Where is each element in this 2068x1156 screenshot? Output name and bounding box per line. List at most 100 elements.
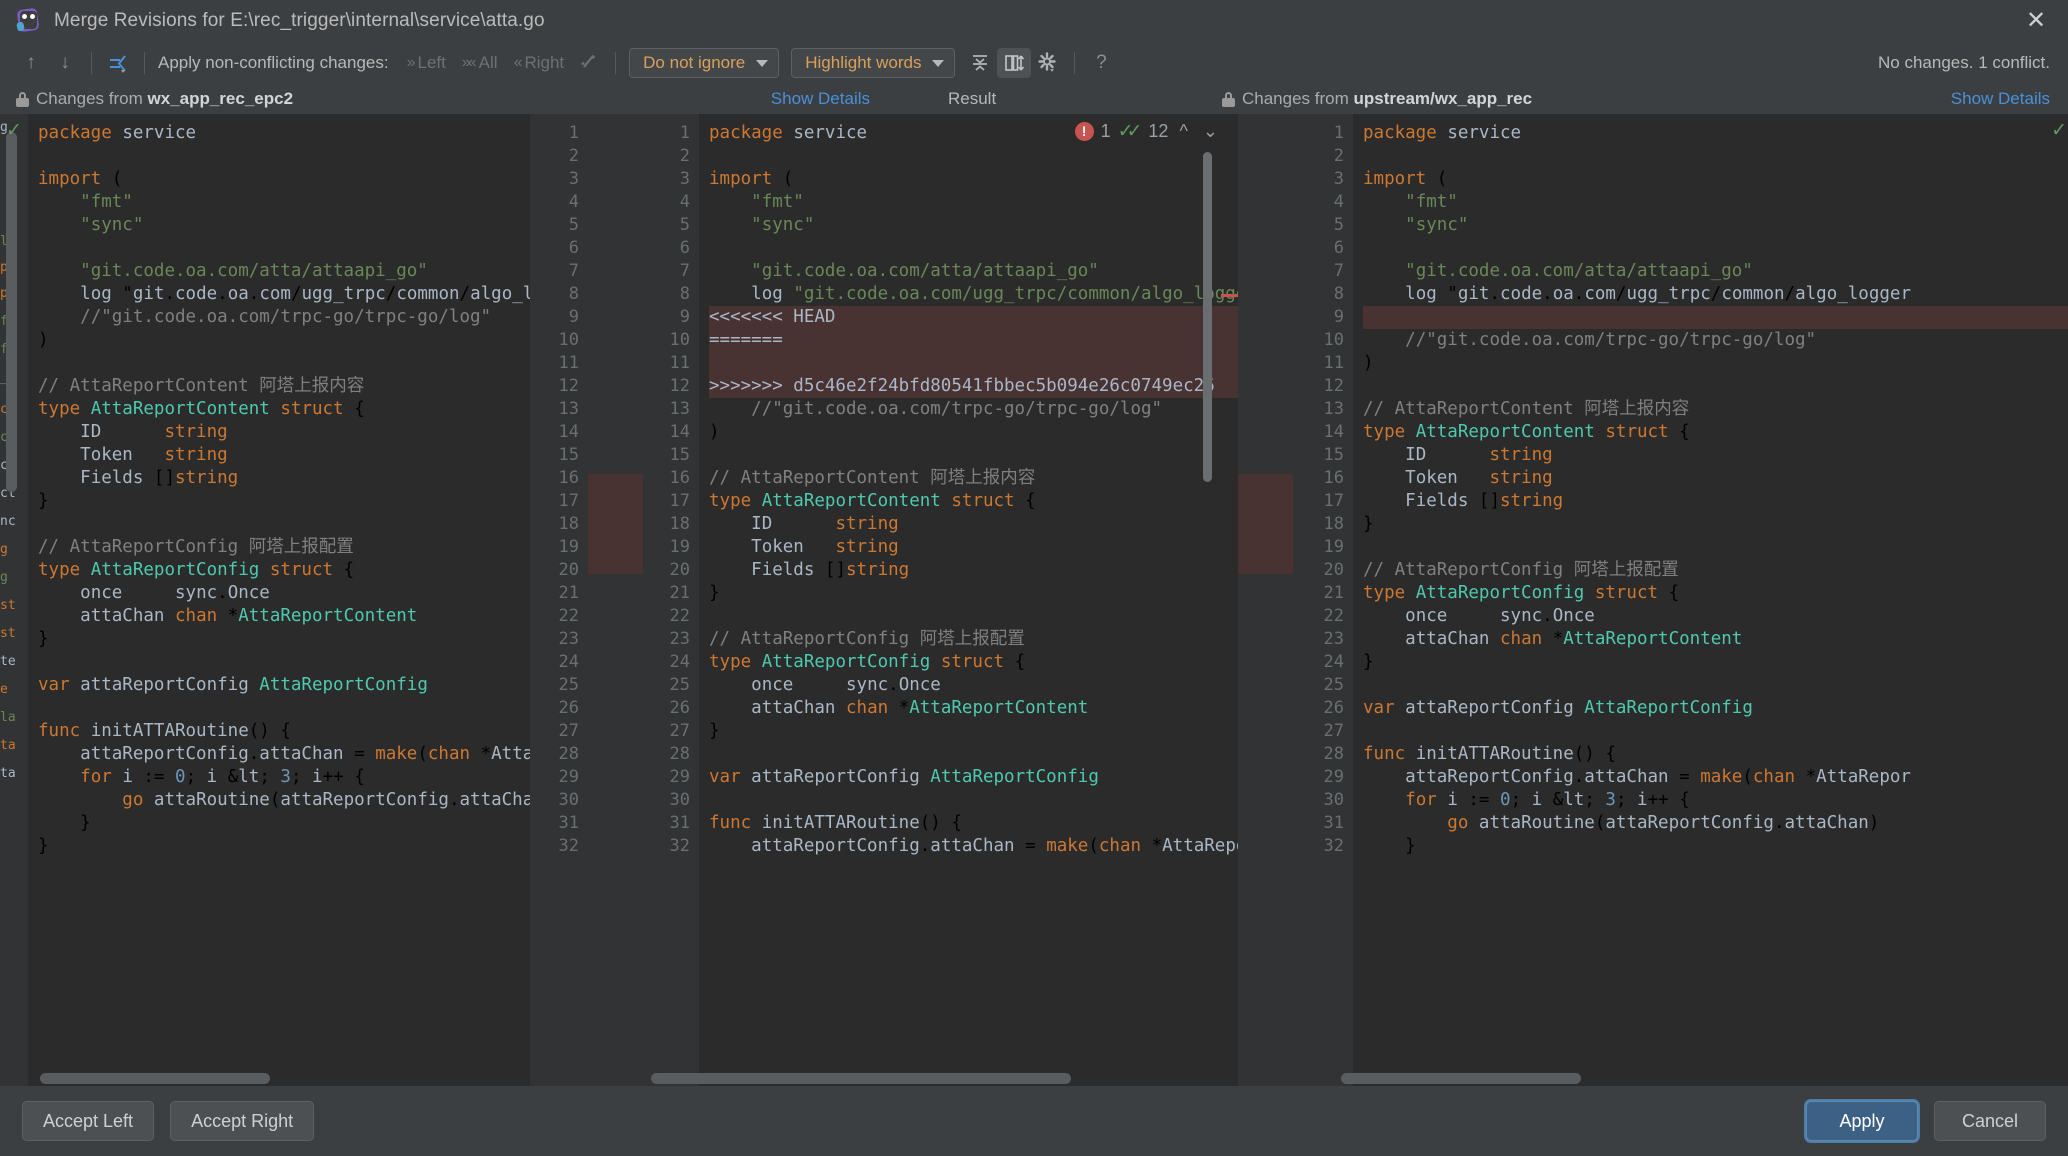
code-line: }	[1363, 836, 1416, 856]
line-number: 22	[558, 606, 579, 626]
help-question-icon[interactable]: ?	[1084, 48, 1118, 78]
line-number: 1	[679, 123, 690, 143]
merge-revisions-dialog: Merge Revisions for E:\rec_trigger\inter…	[0, 0, 2068, 1156]
line-number: 25	[1323, 675, 1344, 695]
chevron-down-icon[interactable]: ⌄	[1199, 121, 1222, 142]
code-line	[1363, 306, 2068, 329]
right-branch-name: upstream/wx_app_rec	[1353, 89, 1533, 108]
line-number: 1	[1333, 123, 1344, 143]
sync-scroll-icon[interactable]	[997, 48, 1032, 78]
center-marker-scrollbar[interactable]	[1203, 152, 1212, 482]
magic-resolve-icon[interactable]	[572, 48, 606, 78]
edge-code-fragment: st	[0, 626, 16, 641]
code-line: //"git.code.oa.com/trpc-go/trpc-go/log"	[1405, 330, 1817, 350]
left-show-details-link[interactable]: Show Details	[771, 89, 870, 109]
highlight-policy-value: Highlight words	[805, 53, 922, 72]
code-line: //"git.code.oa.com/trpc-go/trpc-go/log"	[751, 399, 1163, 419]
right-horizontal-scrollbar[interactable]	[1341, 1073, 1581, 1084]
line-number: 18	[669, 514, 690, 534]
code-line: }	[1363, 514, 1374, 534]
close-icon[interactable]: ✕	[2014, 4, 2058, 38]
right-code-content[interactable]: package service import ( "fmt" "sync" "g…	[1353, 114, 2068, 1086]
line-number: 8	[1333, 284, 1344, 304]
chevron-up-icon[interactable]: ^	[1175, 121, 1191, 142]
highlight-policy-dropdown[interactable]: Highlight words	[791, 48, 956, 78]
left-code-content[interactable]: package service import ( "fmt" "sync" "g…	[28, 114, 530, 1086]
toolbar-separator-4	[1074, 52, 1076, 74]
left-vertical-scrollbar[interactable]	[6, 132, 17, 492]
code-line: }	[709, 583, 720, 603]
apply-right-label: Right	[524, 53, 565, 72]
accept-left-button[interactable]: Accept Left	[22, 1101, 155, 1141]
apply-button[interactable]: Apply	[1806, 1101, 1918, 1141]
left-horizontal-scrollbar[interactable]	[40, 1073, 270, 1084]
code-line: attaChan chan *AttaReportContent	[1405, 629, 1743, 649]
code-line: type AttaReportConfig struct {	[1363, 583, 1680, 603]
code-line: Fields []string	[751, 560, 910, 580]
left-editor-pane[interactable]: glappfkfk_ccccctctncggststteelatata pack…	[0, 114, 588, 1086]
code-line: var attaReportConfig AttaReportConfig	[1363, 698, 1753, 718]
accept-right-button[interactable]: Accept Right	[170, 1101, 315, 1141]
double-check-icon: ✓✓	[1117, 121, 1143, 142]
merge-status-text: No changes. 1 conflict.	[1878, 53, 2050, 72]
inspection-badge[interactable]: 1 ✓✓ 12 ^ ⌄	[1066, 118, 1224, 145]
center-editor-pane[interactable]: 1 2 3 4 5 6 7 8 9 10 11 12 13 14 15 16 17 18 19 20 21 22 23 24 2…	[643, 114, 1238, 1086]
line-number: 8	[679, 284, 690, 304]
code-line: attaChan chan *AttaReportContent	[80, 606, 418, 626]
lock-icon	[16, 91, 29, 107]
center-conflict-marker	[1221, 294, 1238, 297]
line-number: 14	[558, 422, 579, 442]
line-number: 32	[558, 836, 579, 856]
right-editor-pane[interactable]: 1 2 3 4 5 6 7 8 9 10 11 12 13 14 15 16 17 18 19 20 21 22 23 24 2…	[1293, 114, 2068, 1086]
line-number: 11	[669, 353, 690, 373]
ignore-policy-value: Do not ignore	[643, 53, 746, 72]
code-line: "git.code.oa.com/atta/attaapi_go"	[751, 261, 1099, 281]
line-number: 16	[1323, 468, 1344, 488]
edge-code-fragment: te	[0, 654, 16, 669]
apply-right-button[interactable]: « Right	[506, 53, 573, 73]
line-number: 22	[1323, 606, 1344, 626]
settings-gear-icon[interactable]	[1031, 48, 1065, 78]
center-code-content[interactable]: package service import ( "fmt" "sync" "g…	[699, 114, 1238, 1086]
previous-difference-icon[interactable]: ↑	[14, 48, 48, 78]
left-pane-header: Changes from wx_app_rec_epc2 Show Detail…	[0, 84, 870, 114]
center-right-divider: ≪ ✕	[1238, 114, 1293, 1086]
chevron-down-icon	[932, 59, 945, 67]
line-number: 13	[1323, 399, 1344, 419]
code-line: "fmt"	[80, 192, 133, 212]
line-number: 27	[1323, 721, 1344, 741]
code-line: type AttaReportContent struct {	[709, 491, 1036, 511]
line-number: 26	[669, 698, 690, 718]
ignore-policy-dropdown[interactable]: Do not ignore	[629, 48, 780, 78]
next-difference-icon[interactable]: ↓	[48, 48, 82, 78]
line-number: 1	[568, 123, 579, 143]
chevron-both-icon: »«	[461, 54, 477, 71]
code-line: log "git.code.oa.com/ugg_trpc/common/alg…	[1405, 284, 1911, 304]
merge-toolbar: ↑ ↓ Apply non-conflicting changes: » Lef…	[0, 42, 2068, 84]
apply-non-conflicting-icon[interactable]	[101, 48, 135, 78]
line-number: 16	[558, 468, 579, 488]
chevron-right-double-icon: »	[406, 54, 416, 71]
code-line: // AttaReportConfig 阿塔上报配置	[38, 537, 354, 557]
pane-headers: Changes from wx_app_rec_epc2 Show Detail…	[0, 84, 2068, 114]
code-line: "fmt"	[1405, 192, 1458, 212]
code-line: once sync.Once	[80, 583, 270, 603]
apply-all-button[interactable]: »« All	[454, 53, 506, 73]
line-number: 9	[568, 307, 579, 327]
apply-left-button[interactable]: » Left	[399, 53, 454, 73]
code-line: type AttaReportContent struct {	[38, 399, 365, 419]
center-horizontal-scrollbar[interactable]	[651, 1073, 1071, 1084]
code-line: )	[709, 422, 720, 442]
code-line: var attaReportConfig AttaReportConfig	[38, 675, 428, 695]
apply-all-label: All	[478, 53, 498, 72]
right-show-details-link[interactable]: Show Details	[1951, 89, 2050, 109]
line-number: 12	[1323, 376, 1344, 396]
collapse-unchanged-icon[interactable]	[963, 48, 997, 78]
line-number: 24	[1323, 652, 1344, 672]
line-number: 19	[558, 537, 579, 557]
cancel-button[interactable]: Cancel	[1934, 1101, 2046, 1141]
line-number: 7	[1333, 261, 1344, 281]
